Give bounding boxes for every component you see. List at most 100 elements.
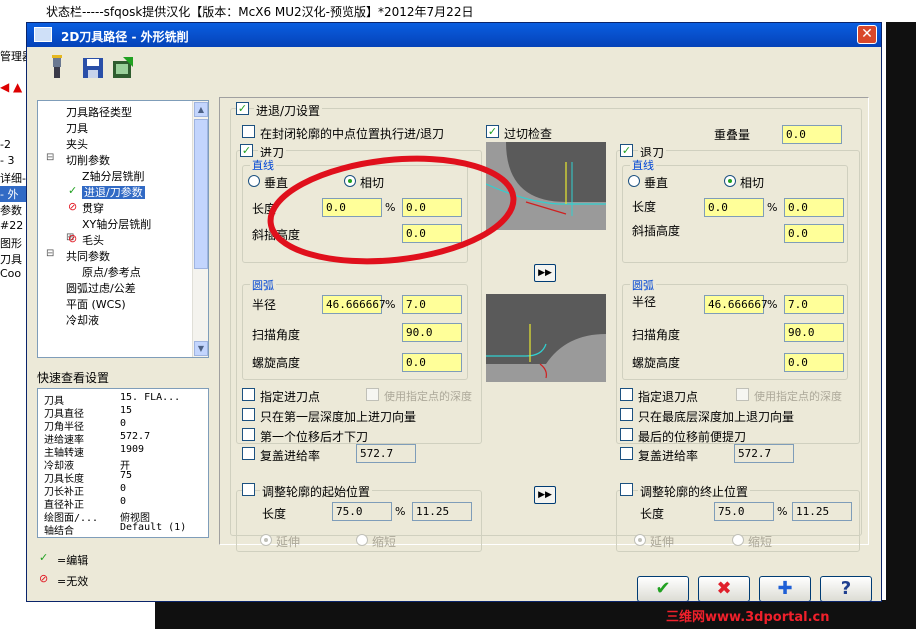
scroll-thumb[interactable] [194, 119, 208, 269]
red-arrow-icon[interactable]: ◀ ▲ [0, 80, 22, 94]
left-strip-line: - 3 [0, 154, 15, 167]
adjust-start-extend-radio[interactable] [260, 534, 272, 546]
left-strip-line[interactable]: - 外 [0, 186, 28, 202]
close-button[interactable]: ✕ [857, 25, 877, 44]
adjust-end-pct-input[interactable]: 75.0 [714, 502, 774, 521]
closed-midpoint-checkbox[interactable] [242, 125, 255, 138]
tree-item[interactable]: ✓ 进退/刀参数 [68, 184, 145, 200]
exit-use-depth-checkbox[interactable] [736, 388, 749, 401]
adjust-start-label: 调整轮廓的起始位置 [260, 483, 373, 500]
scroll-up-icon[interactable]: ▲ [194, 102, 208, 117]
entry-first-depth-checkbox[interactable] [242, 408, 255, 421]
entry-ramp-label: 斜插高度 [252, 228, 301, 242]
tree-item[interactable]: Z轴分层铣削 [82, 168, 145, 184]
save-icon[interactable] [81, 55, 105, 81]
exit-override-feed-checkbox[interactable] [620, 447, 633, 460]
tree-item[interactable]: ⊟ 共同参数 [46, 248, 110, 264]
entry-exit-checkbox[interactable]: ✓ [236, 102, 249, 115]
help-button[interactable]: ? [820, 576, 872, 601]
tree-item[interactable]: 冷却液 [66, 312, 99, 328]
tree-item-label: XY轴分层铣削 [82, 218, 152, 231]
entry-ramp-input[interactable]: 0.0 [402, 224, 462, 243]
entry-helix-input[interactable]: 0.0 [402, 353, 462, 372]
exit-length-input[interactable]: 0.0 [784, 198, 844, 217]
adjust-end-extend-radio[interactable] [634, 534, 646, 546]
entry-length-input[interactable]: 0.0 [402, 198, 462, 217]
tree-item[interactable]: 夹头 [66, 136, 88, 152]
entry-arc-title: 圆弧 [250, 277, 276, 293]
entry-radius-pct-input[interactable]: 46.666667 [322, 295, 386, 314]
exit-length-pct-input[interactable]: 0.0 [704, 198, 764, 217]
exit-radius-pct-input[interactable]: 46.666667 [704, 295, 768, 314]
entry-length-pct-input[interactable]: 0.0 [322, 198, 382, 217]
overlap-input[interactable]: 0.0 [782, 125, 842, 144]
entry-sweep-label: 扫描角度 [252, 328, 301, 342]
exit-length-label: 长度 [632, 200, 657, 214]
tree-item-label: 原点/参考点 [82, 266, 141, 279]
exit-helix-input[interactable]: 0.0 [784, 353, 844, 372]
entry-sweep-input[interactable]: 90.0 [402, 323, 462, 342]
adjust-end-checkbox[interactable] [620, 483, 633, 496]
pct-sign: % [385, 201, 396, 214]
entry-specify-point-checkbox[interactable] [242, 388, 255, 401]
entry-perpendicular-radio[interactable] [248, 175, 260, 187]
entry-override-feed-checkbox[interactable] [242, 447, 255, 460]
exit-specify-point-checkbox[interactable] [620, 388, 633, 401]
exit-checkbox[interactable]: ✓ [620, 144, 633, 157]
tool-flashlight-icon[interactable] [45, 55, 69, 81]
copy-entry-to-exit-button[interactable]: ▶▶ [534, 264, 556, 282]
exit-ramp-input[interactable]: 0.0 [784, 224, 844, 243]
exit-perpendicular-radio[interactable] [628, 175, 640, 187]
cancel-button[interactable]: ✖ [698, 576, 750, 601]
tree-item[interactable]: ⊘ 贯穿 [68, 200, 104, 216]
adjust-start-input[interactable]: 11.25 [412, 502, 472, 521]
tree-item-label: 贯穿 [82, 202, 104, 215]
tree-item[interactable]: 刀具路径类型 [66, 104, 132, 120]
exit-line-title: 直线 [630, 157, 656, 173]
tree-item-label: 平面 (WCS) [66, 298, 126, 311]
entry-checkbox[interactable]: ✓ [240, 144, 253, 157]
entry-use-depth-checkbox[interactable] [366, 388, 379, 401]
exit-last-move-checkbox[interactable] [620, 428, 633, 441]
exit-sweep-input[interactable]: 90.0 [784, 323, 844, 342]
entry-radius-input[interactable]: 7.0 [402, 295, 462, 314]
tree-scrollbar[interactable]: ▲ ▼ [192, 101, 208, 357]
entry-first-move-checkbox[interactable] [242, 428, 255, 441]
export-icon[interactable] [111, 55, 135, 81]
tree-item[interactable]: 圆弧过虑/公差 [66, 280, 136, 296]
exit-tangent-radio[interactable] [724, 175, 736, 187]
ok-button[interactable]: ✔ [637, 576, 689, 601]
quick-view-value: 0 [120, 418, 127, 429]
exit-feed-input[interactable]: 572.7 [734, 444, 794, 463]
collapse-icon[interactable]: ⊟ [46, 248, 54, 259]
dialog-titlebar[interactable]: 2D刀具路径 - 外形铣削 ✕ [27, 23, 881, 47]
entry-feed-input[interactable]: 572.7 [356, 444, 416, 463]
adjust-end-shorten-radio[interactable] [732, 534, 744, 546]
exit-radius-input[interactable]: 7.0 [784, 295, 844, 314]
exit-last-depth-checkbox[interactable] [620, 408, 633, 421]
tree-item[interactable]: 刀具 [66, 120, 88, 136]
adjust-start-shorten-radio[interactable] [356, 534, 368, 546]
window-icon [34, 27, 52, 42]
left-strip-line: Coo [0, 267, 22, 280]
add-button[interactable]: ✚ [759, 576, 811, 601]
tree-item[interactable]: ⊞ ⊘ 毛头 [66, 232, 104, 248]
scroll-down-icon[interactable]: ▼ [194, 341, 208, 356]
tree-item-label: 进退/刀参数 [82, 186, 145, 199]
tree-item[interactable]: XY轴分层铣削 [82, 216, 151, 232]
gouge-check-checkbox[interactable]: ✓ [486, 125, 499, 138]
adjust-start-pct-input[interactable]: 75.0 [332, 502, 392, 521]
entry-tangent-radio[interactable] [344, 175, 356, 187]
collapse-icon[interactable]: ⊟ [46, 152, 54, 163]
adjust-start-checkbox[interactable] [242, 483, 255, 496]
tree-item-label: 共同参数 [66, 250, 110, 263]
adjust-end-input[interactable]: 11.25 [792, 502, 852, 521]
tree-item[interactable]: 原点/参考点 [82, 264, 141, 280]
tree-item[interactable]: 平面 (WCS) [66, 296, 126, 312]
tree-item-label: 圆弧过虑/公差 [66, 282, 136, 295]
parameter-tree: 刀具路径类型 刀具 夹头 ⊟ 切削参数 Z轴分层铣削 ✓ 进退/刀参数 ⊘ 贯穿 XY轴分层铣削 ⊞ ⊘… [37, 100, 209, 358]
copy-adjust-button[interactable]: ▶▶ [534, 486, 556, 504]
tree-item[interactable]: ⊟ 切削参数 [46, 152, 110, 168]
exit-preview-image [486, 294, 606, 382]
left-strip-line: -2 [0, 138, 11, 151]
